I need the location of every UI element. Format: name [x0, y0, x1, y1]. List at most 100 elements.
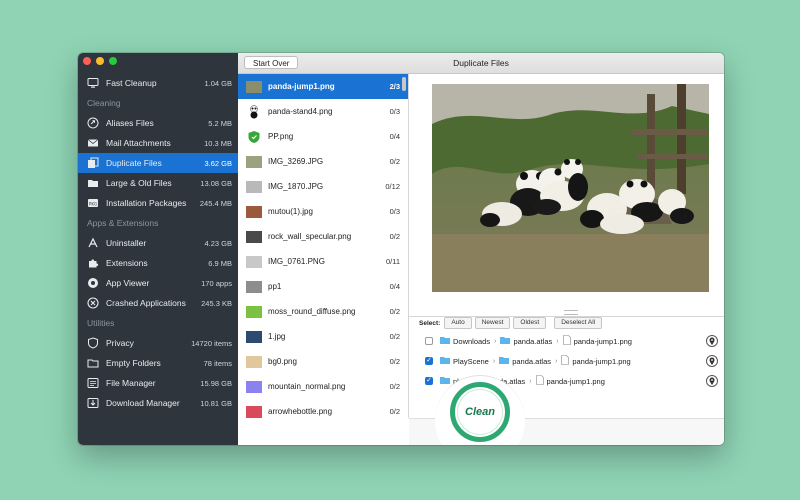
file-row[interactable]: rock_wall_specular.png 0/2	[238, 224, 408, 249]
sidebar-item-privacy[interactable]: Privacy 14720 items	[78, 333, 238, 353]
path-file[interactable]: panda-jump1.png	[574, 337, 632, 346]
select-auto-button[interactable]: Auto	[444, 317, 472, 329]
sidebar-item-extensions[interactable]: Extensions 6.9 MB	[78, 253, 238, 273]
sidebar-item-size: 6.9 MB	[208, 258, 232, 268]
sidebar-item-size: 4.23 GB	[204, 238, 232, 248]
duplicate-count: 0/4	[389, 132, 400, 141]
svg-text:PKG: PKG	[89, 202, 97, 207]
sidebar-item-label: Aliases Files	[106, 118, 154, 128]
sidebar-item-empty-folders[interactable]: Empty Folders 78 items	[78, 353, 238, 373]
file-thumbnail	[246, 380, 262, 394]
sidebar-item-label: Empty Folders	[106, 358, 161, 368]
duplicate-count: 0/2	[389, 332, 400, 341]
sidebar-item-label: Large & Old Files	[106, 178, 172, 188]
file-thumbnail	[246, 355, 262, 369]
file-row[interactable]: IMG_3269.JPG 0/2	[238, 149, 408, 174]
file-row[interactable]: PP.png 0/4	[238, 124, 408, 149]
select-newest-button[interactable]: Newest	[474, 317, 511, 329]
reveal-location-icon[interactable]	[706, 355, 718, 367]
path-subfolder[interactable]: panda.atlas	[512, 357, 551, 366]
file-row[interactable]: pp1 0/4	[238, 274, 408, 299]
sidebar-item-label: Installation Packages	[106, 198, 187, 208]
file-row[interactable]: 1.jpg 0/2	[238, 324, 408, 349]
sidebar-item-large-old-files[interactable]: Large & Old Files 13.08 GB	[78, 173, 238, 193]
file-row[interactable]: IMG_0761.PNG 0/11	[238, 249, 408, 274]
sidebar-item-size: 3.62 GB	[204, 158, 232, 168]
duplicate-count: 0/3	[389, 107, 400, 116]
sidebar-item-label: File Manager	[106, 378, 156, 388]
file-row[interactable]: panda-jump1.png 2/3	[238, 74, 408, 99]
minimize-window-button[interactable]	[96, 57, 104, 65]
zoom-window-button[interactable]	[109, 57, 117, 65]
sidebar-item-file-manager[interactable]: File Manager 15.98 GB	[78, 373, 238, 393]
file-manager-icon	[87, 377, 99, 389]
file-thumbnail	[246, 205, 262, 219]
sidebar-item-aliases-files[interactable]: Aliases Files 5.2 MB	[78, 113, 238, 133]
sidebar-item-download-manager[interactable]: Download Manager 10.81 GB	[78, 393, 238, 413]
path-folder[interactable]: PlayScene	[453, 357, 489, 366]
reveal-location-icon[interactable]	[706, 335, 718, 347]
folder-icon	[499, 356, 512, 366]
file-thumbnail	[246, 104, 262, 119]
pane-resize-handle[interactable]	[564, 310, 578, 315]
duplicate-count: 0/2	[389, 407, 400, 416]
clean-button[interactable]: Clean	[450, 382, 510, 442]
duplicate-count: 0/11	[385, 257, 400, 266]
monitor-icon	[87, 77, 99, 89]
path-checkbox[interactable]	[425, 357, 433, 365]
file-thumbnail	[246, 405, 262, 419]
chevron-right-icon: ›	[492, 357, 496, 365]
file-name: IMG_3269.JPG	[268, 157, 324, 166]
sidebar-section-title: Apps & Extensions	[87, 218, 159, 228]
chevron-right-icon: ›	[494, 337, 497, 345]
file-row[interactable]: IMG_1870.JPG 0/12	[238, 174, 408, 199]
toolbar: Duplicate Files Start Over	[238, 53, 724, 74]
sidebar-item-size: 170 apps	[201, 278, 232, 288]
sidebar-item-uninstaller[interactable]: Uninstaller 4.23 GB	[78, 233, 238, 253]
duplicate-path-row: Downloads › panda.atlas › panda-jump1.png	[409, 331, 724, 351]
window-title: Duplicate Files	[453, 58, 509, 68]
sidebar-item-size: 78 items	[203, 358, 232, 368]
path-checkbox[interactable]	[425, 337, 433, 345]
path-folder[interactable]: Downloads	[453, 337, 490, 346]
path-checkbox[interactable]	[425, 377, 433, 385]
file-thumbnail	[246, 130, 262, 144]
sidebar-item-size: 10.81 GB	[200, 398, 232, 408]
file-name: panda-stand4.png	[268, 107, 333, 116]
path-subfolder[interactable]: panda.atlas	[513, 337, 552, 346]
sidebar-item-mail-attachments[interactable]: Mail Attachments 10.3 MB	[78, 133, 238, 153]
sidebar-item-size: 14720 items	[191, 338, 232, 348]
sidebar-item-label: App Viewer	[106, 278, 150, 288]
sidebar-item-fast-cleanup[interactable]: Fast Cleanup 1.04 GB	[78, 73, 238, 93]
file-row[interactable]: mountain_normal.png 0/2	[238, 374, 408, 399]
path-file[interactable]: panda-jump1.png	[572, 357, 630, 366]
file-row[interactable]: panda-stand4.png 0/3	[238, 99, 408, 124]
file-row[interactable]: bg0.png 0/2	[238, 349, 408, 374]
sidebar-item-duplicate-files[interactable]: Duplicate Files 3.62 GB	[78, 153, 238, 173]
empty-folder-icon	[87, 357, 99, 369]
select-bar: Select: Auto Newest Oldest Deselect All	[419, 317, 724, 329]
sidebar-item-label: Download Manager	[106, 398, 180, 408]
file-name: arrowhebottle.png	[268, 407, 333, 416]
sidebar-item-crashed-applications[interactable]: Crashed Applications 245.3 KB	[78, 293, 238, 313]
file-row[interactable]: arrowhebottle.png 0/2	[238, 399, 408, 418]
file-name: panda-jump1.png	[268, 82, 335, 91]
sidebar-section-title: Utilities	[87, 318, 115, 328]
package-icon: PKG	[87, 197, 99, 209]
reveal-location-icon[interactable]	[706, 375, 718, 387]
sidebar-item-size: 13.08 GB	[200, 178, 232, 188]
file-name: IMG_0761.PNG	[268, 257, 325, 266]
apps-icon	[87, 237, 99, 249]
close-window-button[interactable]	[83, 57, 91, 65]
sidebar-item-installation-packages[interactable]: PKG Installation Packages 245.4 MB	[78, 193, 238, 213]
window-controls	[83, 57, 117, 65]
select-oldest-button[interactable]: Oldest	[513, 317, 547, 329]
start-over-button[interactable]: Start Over	[244, 56, 299, 69]
file-row[interactable]: mutou(1).jpg 0/3	[238, 199, 408, 224]
sidebar-item-app-viewer[interactable]: App Viewer 170 apps	[78, 273, 238, 293]
chevron-right-icon: ›	[529, 377, 532, 385]
file-list-scrollbar[interactable]	[402, 77, 406, 91]
file-row[interactable]: moss_round_diffuse.png 0/2	[238, 299, 408, 324]
deselect-all-button[interactable]: Deselect All	[554, 317, 603, 329]
path-file[interactable]: panda-jump1.png	[547, 377, 605, 386]
